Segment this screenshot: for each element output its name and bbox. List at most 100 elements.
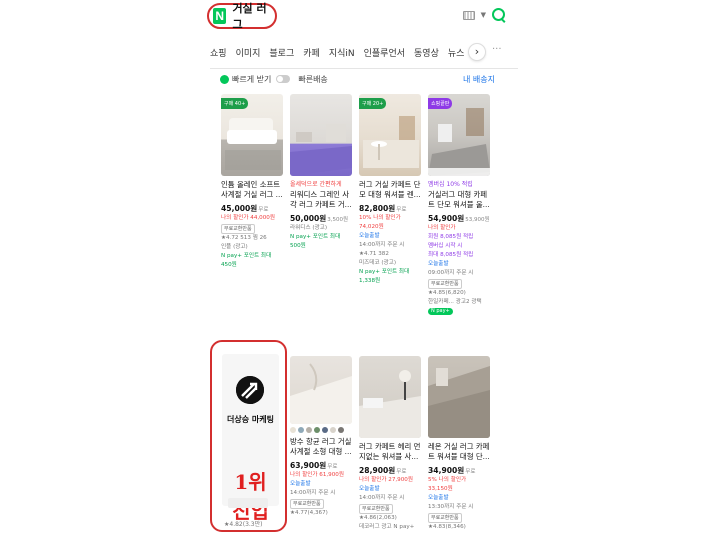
rating: ★4.86(2,063) <box>359 515 397 521</box>
npay-points-amount: 500원 <box>290 243 306 249</box>
npay-icon <box>220 74 229 84</box>
ad-overlay-card[interactable]: 더상승 마케팅 1위 진입 ★4.82(3.3만) <box>210 340 287 532</box>
swatch[interactable] <box>330 427 336 433</box>
rug-illustration <box>290 124 352 176</box>
purchase-badge: 구매 20+ <box>359 98 387 109</box>
seller-name[interactable]: 한일카페... 광고2 광택 <box>428 298 492 307</box>
today-ship: 오늘출발 <box>359 233 380 239</box>
membership-note: 멤버십 시작 시 <box>428 243 463 249</box>
product-card[interactable]: 쇼핑끝판 멤버십 10% 적립 거실러그 대형 카페 트 단모 워셔블 울... 5… <box>428 94 492 316</box>
product-card[interactable]: 구매 20+ 러그 거실 카페트 단모 대형 워셔블 렌... 82,800원무… <box>359 94 423 286</box>
product-price: 28,900원무료 <box>359 466 407 475</box>
swatch[interactable] <box>338 427 344 433</box>
product-image[interactable]: 쇼핑끝판 <box>428 94 490 176</box>
seller-name[interactable]: 라워디스 (광고) <box>290 224 354 233</box>
tab-cafe[interactable]: 카페 <box>303 46 320 59</box>
free-return-tag: 무료교환반품 <box>428 513 462 523</box>
tab-images[interactable]: 이미지 <box>236 46 261 59</box>
fast-delivery-label: 빠르게 받기 <box>232 74 272 84</box>
product-image[interactable] <box>428 356 490 438</box>
product-title[interactable]: 올세덕으로 간편하게 리워디스 그레인 사각 러그 카페트 거... <box>290 180 354 211</box>
swatch[interactable] <box>306 427 312 433</box>
quick-ship-filter[interactable]: 빠른배송 <box>298 74 327 85</box>
header-icons: ▼ <box>462 8 506 22</box>
member-discount: 10% 나의 할인가 <box>359 215 401 221</box>
fast-delivery-filter[interactable]: 빠르게 받기 <box>220 74 291 85</box>
seller-name[interactable]: 데코러그 광고 N pay+ <box>359 523 423 532</box>
free-return-tag: 무료교환반품 <box>359 504 393 514</box>
free-return-tag: 무료교환반품 <box>221 224 255 234</box>
search-icon[interactable] <box>492 8 506 22</box>
product-price: 34,900원무료 <box>428 466 476 475</box>
tab-next-button[interactable]: › <box>468 43 486 61</box>
swatch[interactable] <box>298 427 304 433</box>
ship-deadline: 14:00까지 주문 시 <box>290 490 336 496</box>
rating: ★4.82(3.3만) <box>224 521 263 528</box>
product-title[interactable]: 러그 거실 카페트 단모 대형 워셔블 렌... <box>359 180 423 201</box>
product-title[interactable]: 인튬 올레인 소프트 사계절 거실 러그 ... <box>221 180 285 201</box>
seller-name[interactable]: 미즈데코 (광고) <box>359 259 423 268</box>
today-ship: 오늘출발 <box>428 261 449 267</box>
rug-closeup-illustration <box>428 366 490 438</box>
tab-news[interactable]: 뉴스 <box>448 46 465 59</box>
free-return-tag: 무료교환반품 <box>290 499 324 509</box>
shipping-fee: 3,500원 <box>327 217 349 223</box>
tab-blog[interactable]: 블로그 <box>269 46 294 59</box>
shipping-fee: 무료 <box>327 464 338 470</box>
shipping-fee: 무료 <box>258 207 269 213</box>
discount-price: 33,150원 <box>428 486 453 492</box>
shipping-fee: 53,900원 <box>465 217 490 223</box>
product-title[interactable]: 러그 카페트 헤리 먼 지없는 워셔블 사... <box>359 442 423 463</box>
product-image[interactable] <box>359 356 421 438</box>
rug-corner-illustration <box>290 363 352 424</box>
npay-points: N pay+ 포인트 최대 <box>221 253 272 259</box>
search-box[interactable]: N 거실 러그 <box>207 0 277 32</box>
tab-influencer[interactable]: 인플루언서 <box>364 46 405 59</box>
product-image[interactable] <box>290 94 352 176</box>
npay-points-amount: 1,338원 <box>359 278 381 284</box>
product-card[interactable]: 레온 거실 러그 카페 트 워셔블 대형 단... 34,900원무료 5% 나의… <box>428 356 492 532</box>
swatch[interactable] <box>314 427 320 433</box>
rating: ★4.77(4,367) <box>290 510 328 516</box>
free-return-tag: 무료교환반품 <box>428 279 462 289</box>
ship-deadline: 14:00까지 주문 시 <box>359 495 405 501</box>
product-title[interactable]: 레온 거실 러그 카페 트 워셔블 대형 단... <box>428 442 492 463</box>
rating: ★4.72 513 찜 26 <box>221 235 267 241</box>
fast-delivery-toggle[interactable] <box>276 75 291 83</box>
seller-name[interactable]: 인플 (광고) <box>221 243 285 252</box>
caret-down-icon[interactable]: ▼ <box>481 11 486 19</box>
ad-brand-name: 더상승 마케팅 <box>227 415 274 424</box>
product-price: 45,000원무료 <box>221 204 269 213</box>
tab-kin[interactable]: 지식iN <box>329 46 355 59</box>
more-tabs-button[interactable]: ··· <box>492 44 502 55</box>
npay-points: N pay+ 포인트 최대 <box>290 234 341 240</box>
product-card[interactable]: 올세덕으로 간편하게 리워디스 그레인 사각 러그 카페트 거... 50,000… <box>290 94 354 251</box>
npay-points: N pay+ 포인트 최대 <box>359 269 410 275</box>
tab-video[interactable]: 동영상 <box>414 46 439 59</box>
product-card[interactable]: 러그 카페트 헤리 먼 지없는 워셔블 사... 28,900원무료 나의 할인가… <box>359 356 423 532</box>
keyboard-icon[interactable] <box>462 10 475 20</box>
tab-divider <box>210 68 518 69</box>
swatch[interactable] <box>290 427 296 433</box>
product-title[interactable]: 방수 항균 러그 거실 사계절 소형 대형 ... <box>290 437 354 458</box>
product-price: 63,900원무료 <box>290 461 338 470</box>
product-price: 54,900원53,900원 <box>428 214 490 223</box>
product-image[interactable]: 구매 20+ <box>359 94 421 176</box>
product-card[interactable]: 방수 항균 러그 거실 사계절 소형 대형 ... 63,900원무료 나의 할인… <box>290 356 354 518</box>
member-discount: 나의 할인가 <box>428 225 456 231</box>
tab-shopping[interactable]: 쇼핑 <box>210 46 227 59</box>
search-query[interactable]: 거실 러그 <box>232 0 275 32</box>
today-ship: 오늘출발 <box>290 481 311 487</box>
product-title[interactable]: 멤버십 10% 적립 거실러그 대형 카페 트 단모 워셔블 울... <box>428 180 492 211</box>
color-swatches <box>290 427 354 433</box>
product-card[interactable]: 구매 40+ 인튬 올레인 소프트 사계절 거실 러그 ... 45,000원무료… <box>221 94 285 270</box>
ad-panel: 더상승 마케팅 1위 진입 <box>222 354 279 523</box>
product-image[interactable]: 구매 40+ <box>221 94 283 176</box>
npay-points-amount: 450원 <box>221 262 237 268</box>
product-image[interactable] <box>290 356 352 424</box>
swatch[interactable] <box>322 427 328 433</box>
naver-logo[interactable]: N <box>213 8 227 24</box>
my-delivery-link[interactable]: 내 배송지 <box>463 74 495 85</box>
discount-price: 74,020원 <box>359 224 384 230</box>
member-discount: 5% 나의 할인가 <box>428 477 467 483</box>
